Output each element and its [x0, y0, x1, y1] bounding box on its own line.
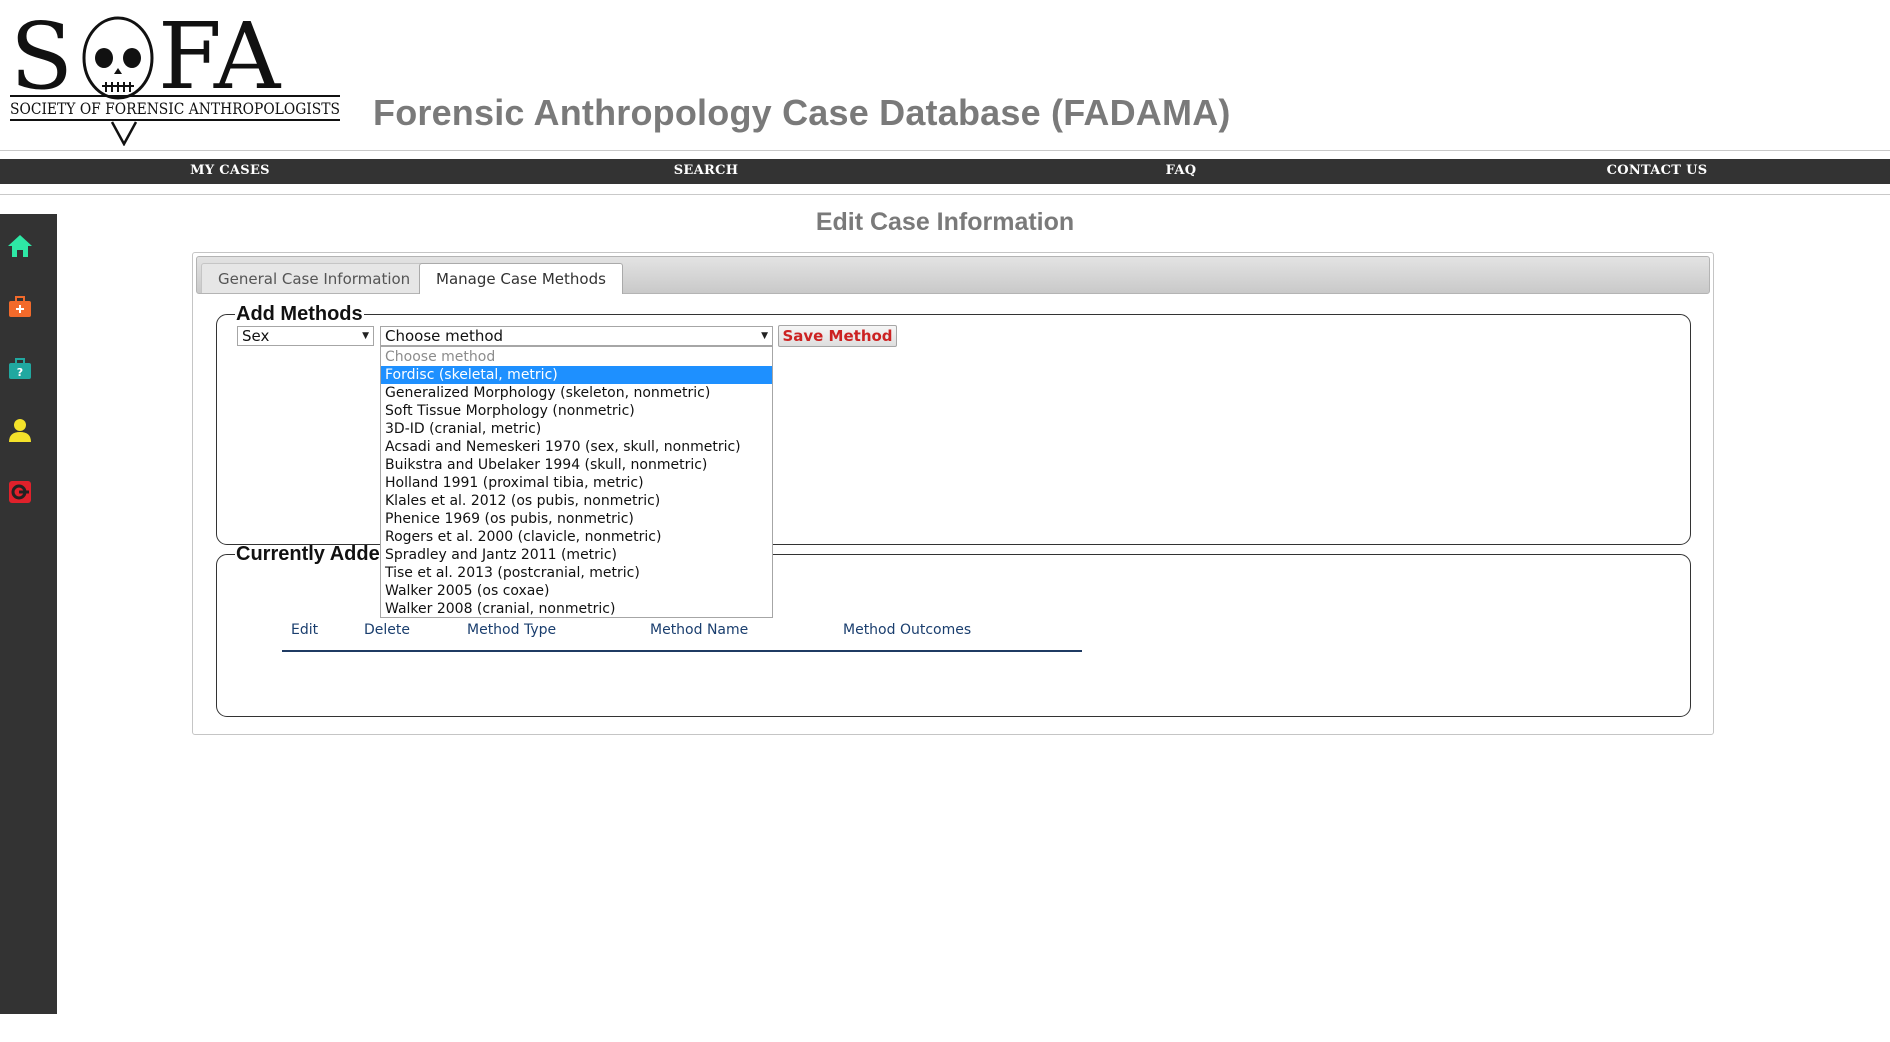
method-option[interactable]: Spradley and Jantz 2011 (metric) [381, 546, 772, 564]
method-option[interactable]: Rogers et al. 2000 (clavicle, nonmetric) [381, 528, 772, 546]
column-header-method-outcomes[interactable]: Method Outcomes [843, 622, 971, 638]
skull-icon [82, 16, 154, 100]
method-option[interactable]: Acsadi and Nemeskeri 1970 (sex, skull, n… [381, 438, 772, 456]
help-case-icon[interactable]: ? [5, 354, 35, 384]
method-type-select[interactable]: Sex ▼ [237, 326, 374, 346]
page-title: Edit Case Information [815, 208, 1075, 236]
save-method-button[interactable]: Save Method [778, 325, 897, 347]
tab-general-case-information[interactable]: General Case Information [201, 263, 428, 293]
column-header-delete[interactable]: Delete [364, 622, 410, 638]
chevron-down-icon: ▼ [362, 331, 369, 341]
add-methods-legend: Add Methods [236, 303, 363, 325]
nav-my-cases[interactable]: MY CASES [130, 163, 330, 178]
method-option[interactable]: Klales et al. 2012 (os pubis, nonmetric) [381, 492, 772, 510]
method-option[interactable]: Holland 1991 (proximal tibia, metric) [381, 474, 772, 492]
method-select[interactable]: Choose method ▼ [380, 326, 773, 346]
column-header-method-type[interactable]: Method Type [467, 622, 556, 638]
method-option[interactable]: Choose method [381, 348, 772, 366]
logo-subtitle: SOCIETY OF FORENSIC ANTHROPOLOGISTS [10, 100, 340, 118]
method-dropdown-list: Choose method Fordisc (skeletal, metric)… [380, 346, 773, 618]
logo-letters-fa: FA [158, 8, 282, 110]
svg-text:?: ? [17, 366, 23, 379]
header-rule-bottom [0, 194, 1890, 195]
table-header-rule [282, 650, 1082, 652]
tab-manage-case-methods[interactable]: Manage Case Methods [419, 263, 623, 294]
logo-letter-s: S [10, 8, 73, 110]
main-nav: MY CASES SEARCH FAQ CONTACT US [0, 159, 1890, 184]
nav-faq[interactable]: FAQ [1081, 163, 1281, 178]
method-option[interactable]: 3D-ID (cranial, metric) [381, 420, 772, 438]
app-title: Forensic Anthropology Case Database (FAD… [373, 92, 1231, 133]
nav-search[interactable]: SEARCH [606, 163, 806, 178]
method-option[interactable]: Walker 2008 (cranial, nonmetric) [381, 600, 772, 618]
method-option[interactable]: Soft Tissue Morphology (nonmetric) [381, 402, 772, 420]
column-header-edit[interactable]: Edit [291, 622, 318, 638]
method-option[interactable]: Walker 2005 (os coxae) [381, 582, 772, 600]
chevron-down-icon: ▼ [761, 331, 768, 341]
method-select-value: Choose method [385, 327, 504, 345]
current-methods-legend: Currently Adde [236, 543, 380, 565]
add-case-icon[interactable] [5, 292, 35, 322]
method-option[interactable]: Tise et al. 2013 (postcranial, metric) [381, 564, 772, 582]
method-option[interactable]: Phenice 1969 (os pubis, nonmetric) [381, 510, 772, 528]
header-rule-top [0, 150, 1890, 151]
method-type-value: Sex [242, 327, 270, 345]
user-icon[interactable] [5, 415, 35, 445]
sofa-logo[interactable]: S FA SOCIETY OF FORENSIC ANTHROPOLOGISTS [8, 8, 348, 146]
tab-bar: General Case Information Manage Case Met… [196, 256, 1710, 294]
method-option[interactable]: Fordisc (skeletal, metric) [381, 366, 772, 384]
logout-icon[interactable] [5, 477, 35, 507]
sidebar: ? [0, 214, 57, 1014]
column-header-method-name[interactable]: Method Name [650, 622, 748, 638]
method-option[interactable]: Generalized Morphology (skeleton, nonmet… [381, 384, 772, 402]
method-option[interactable]: Buikstra and Ubelaker 1994 (skull, nonme… [381, 456, 772, 474]
nav-contact-us[interactable]: CONTACT US [1557, 163, 1757, 178]
